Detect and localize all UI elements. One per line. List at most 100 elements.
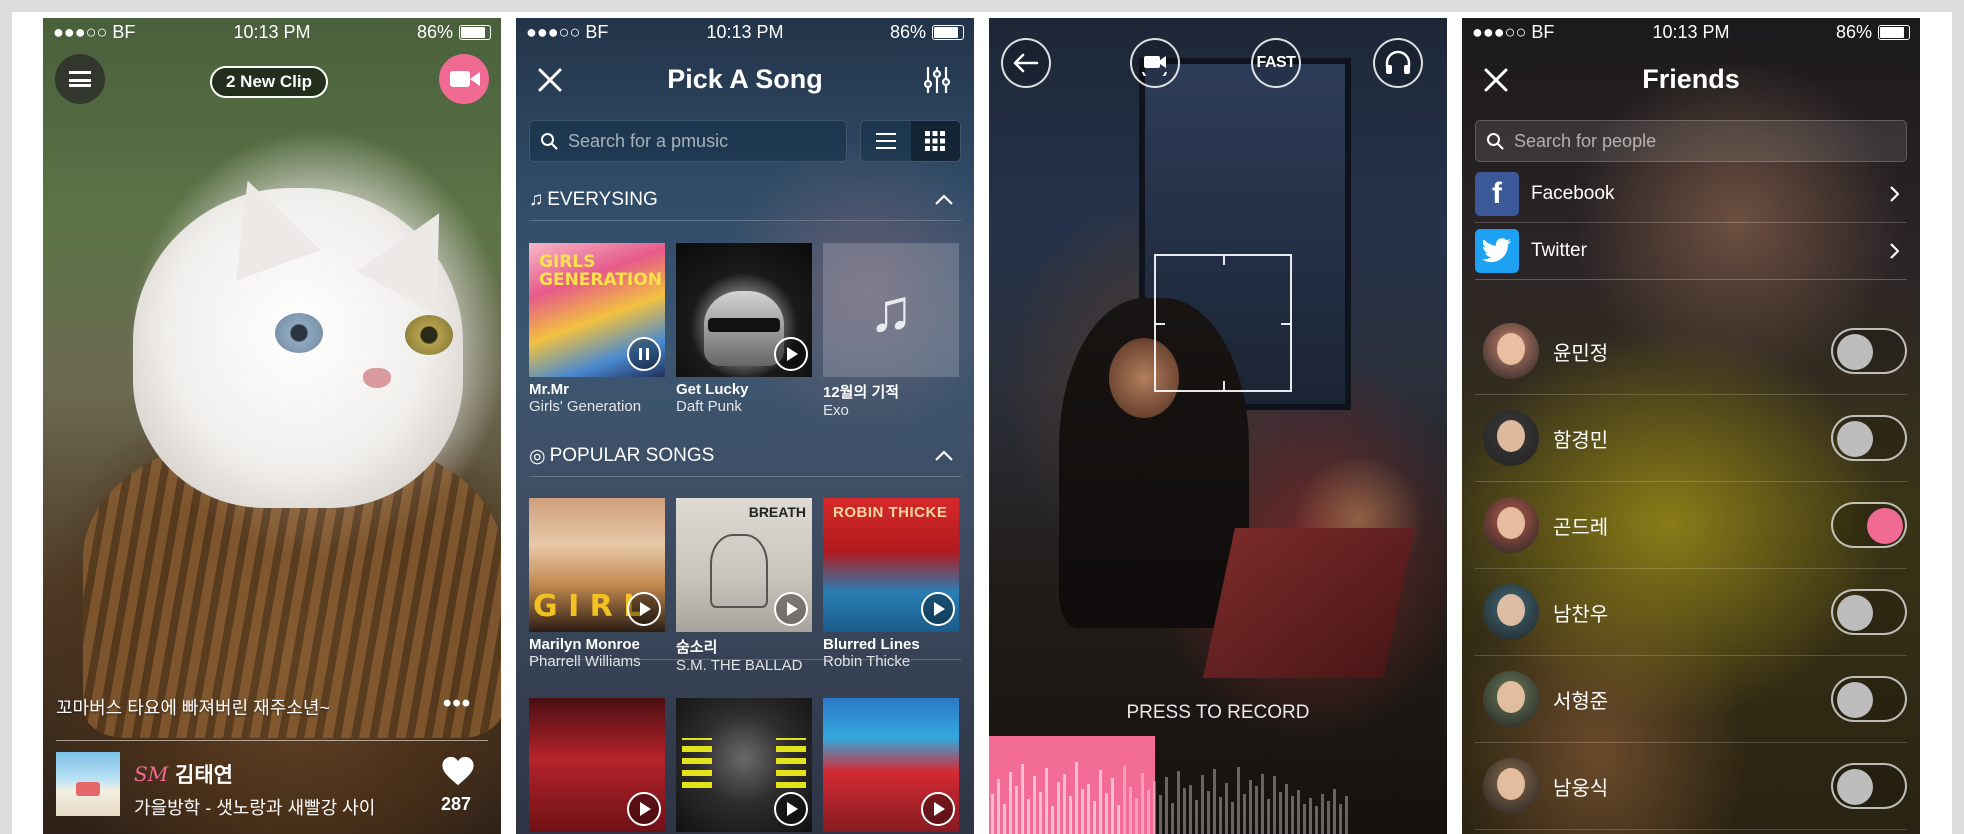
back-button[interactable] <box>1001 38 1051 88</box>
avatar[interactable] <box>1483 758 1539 814</box>
play-button[interactable] <box>774 592 808 626</box>
play-button[interactable] <box>774 337 808 371</box>
record-video-button[interactable] <box>439 54 489 104</box>
section-header-everysing[interactable]: ♫ EVERYSING <box>529 180 961 221</box>
avatar[interactable] <box>1483 323 1539 379</box>
song-search-input[interactable] <box>566 129 830 153</box>
song-tile[interactable] <box>676 698 812 832</box>
pause-button[interactable] <box>627 337 661 371</box>
waveform-bar <box>1279 792 1282 834</box>
song-artist: Robin Thicke <box>823 653 911 670</box>
like-heart-icon[interactable] <box>441 754 475 788</box>
play-button[interactable] <box>627 592 661 626</box>
friend-row[interactable]: 서형준 <box>1475 656 1907 743</box>
waveform-bar <box>1117 805 1120 834</box>
music-note-icon: ♫ <box>529 189 544 210</box>
song-tile[interactable] <box>529 698 665 832</box>
waveform-bar <box>1333 789 1336 834</box>
social-name: Facebook <box>1531 183 1615 204</box>
album-art <box>676 243 812 377</box>
friend-name: 서형준 <box>1553 690 1609 713</box>
friend-row[interactable]: 윤민정 <box>1475 308 1907 395</box>
song-tile[interactable]: Marilyn Monroe Pharrell Williams <box>529 498 665 670</box>
follow-toggle[interactable] <box>1831 589 1907 635</box>
feed-screen: ●●●○○ BF 10:13 PM 86% 2 New Clip 꼬마버스 타요… <box>43 18 501 834</box>
search-icon <box>1487 133 1504 150</box>
chevron-up-icon[interactable] <box>935 195 953 205</box>
page-title: Friends <box>1642 64 1740 94</box>
album-art <box>823 498 959 632</box>
song-title: Marilyn Monroe <box>529 636 640 653</box>
switch-camera-button[interactable] <box>1130 38 1180 88</box>
album-thumbnail[interactable] <box>56 752 120 816</box>
song-search-box[interactable] <box>529 120 847 162</box>
facebook-row[interactable]: f Facebook <box>1475 166 1907 223</box>
play-icon <box>640 602 651 616</box>
friend-row[interactable]: 남웅식 <box>1475 743 1907 830</box>
song-tile[interactable] <box>823 698 959 832</box>
headphones-button[interactable] <box>1373 38 1423 88</box>
follow-toggle[interactable] <box>1831 676 1907 722</box>
clip-caption: 꼬마버스 타요에 빠져버린 재주소년~ <box>56 698 330 718</box>
waveform-bar <box>1345 796 1348 834</box>
avatar[interactable] <box>1483 584 1539 640</box>
play-button[interactable] <box>774 792 808 826</box>
view-mode-toggle[interactable] <box>860 120 961 162</box>
section-title: EVERYSING <box>547 189 658 210</box>
follow-toggle[interactable] <box>1831 763 1907 809</box>
twitter-row[interactable]: Twitter <box>1475 223 1907 280</box>
list-view-button[interactable] <box>861 121 911 161</box>
play-button[interactable] <box>627 792 661 826</box>
song-tile[interactable]: ♫ 12월의 기적 Exo <box>823 243 959 419</box>
waveform-bar <box>1015 786 1018 834</box>
press-to-record-label[interactable]: PRESS TO RECORD <box>989 702 1447 724</box>
more-options-button[interactable]: ••• <box>443 690 471 718</box>
chevron-up-icon[interactable] <box>935 451 953 461</box>
equalizer-settings-icon[interactable] <box>921 64 953 96</box>
album-art <box>529 243 665 377</box>
waveform-bar <box>1021 764 1024 834</box>
avatar[interactable] <box>1483 497 1539 553</box>
song-artist: Girls' Generation <box>529 398 642 415</box>
grid-view-button[interactable] <box>910 121 960 161</box>
cat-eye <box>275 313 323 353</box>
song-tile[interactable]: Mr.Mr Girls' Generation <box>529 243 665 415</box>
avatar[interactable] <box>1483 410 1539 466</box>
waveform-bar <box>1291 796 1294 834</box>
people-search-input[interactable] <box>1512 129 1776 153</box>
follow-toggle[interactable] <box>1831 328 1907 374</box>
follow-toggle[interactable] <box>1831 502 1907 548</box>
song-tile[interactable]: Get Lucky Daft Punk <box>676 243 812 415</box>
arrow-left-icon <box>1013 53 1039 73</box>
song-tile[interactable]: 숨소리 S.M. THE BALLAD <box>676 498 812 674</box>
people-search-box[interactable] <box>1475 120 1907 162</box>
avatar[interactable] <box>1483 671 1539 727</box>
section-header-popular[interactable]: ◎ POPULAR SONGS <box>529 436 961 477</box>
menu-button[interactable] <box>55 54 105 104</box>
waveform-bar <box>1051 806 1054 834</box>
list-icon <box>875 133 896 149</box>
waveform-bar <box>1153 781 1156 834</box>
follow-toggle[interactable] <box>1831 415 1907 461</box>
battery-icon <box>459 24 491 40</box>
song-tile[interactable]: Blurred Lines Robin Thicke <box>823 498 959 670</box>
play-button[interactable] <box>921 792 955 826</box>
song-artist: Pharrell Williams <box>529 653 641 670</box>
play-icon <box>934 802 945 816</box>
fast-mode-button[interactable]: FAST <box>1251 38 1301 88</box>
friend-row[interactable]: 남찬우 <box>1475 569 1907 656</box>
sm-logo: SM <box>134 762 169 786</box>
waveform-bar <box>1165 777 1168 834</box>
new-clip-button[interactable]: 2 New Clip <box>210 66 328 98</box>
friend-name: 윤민정 <box>1553 342 1609 365</box>
waveform-bar <box>1033 776 1036 834</box>
waveform-bar <box>1231 802 1234 834</box>
song-title: 가을방학 - 샛노랑과 새빨강 사이 <box>134 798 376 818</box>
pick-song-screen: ●●●○○ BF 10:13 PM 86% Pick A Song ♫ EVER… <box>516 18 974 834</box>
waveform-bar <box>1303 804 1306 834</box>
waveform-bar <box>1219 797 1222 834</box>
waveform-bar <box>1285 784 1288 834</box>
friend-row[interactable]: 곤드레 <box>1475 482 1907 569</box>
friend-row[interactable]: 함경민 <box>1475 395 1907 482</box>
play-button[interactable] <box>921 592 955 626</box>
